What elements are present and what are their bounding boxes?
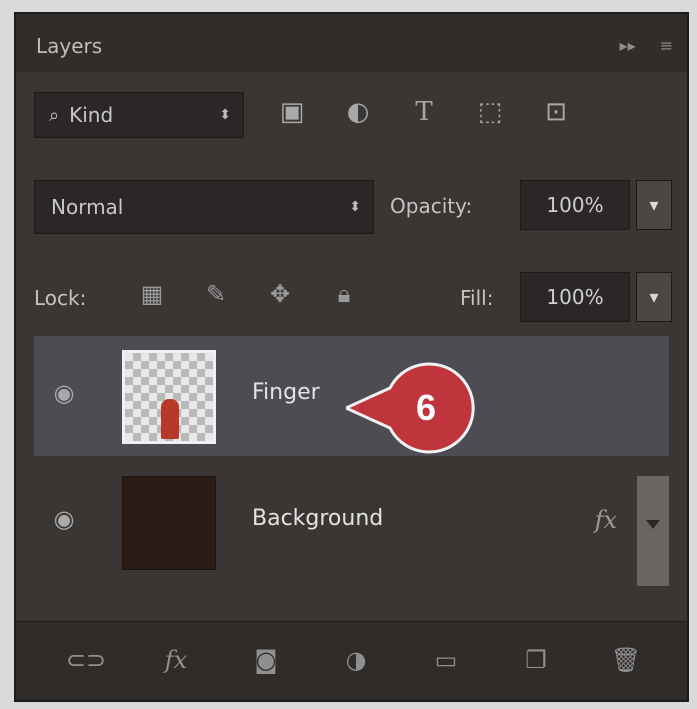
visibility-eye-icon[interactable]: ◉ [44, 378, 84, 408]
layers-panel: Layers ▸▸ ≡ ⌕ Kind ⬍ ▣ ◐ T ⬚ ⊡ Normal ⬍ … [14, 12, 689, 702]
panel-title: Layers [36, 34, 103, 58]
search-icon: ⌕ [49, 104, 60, 126]
kind-label: Kind [69, 103, 114, 127]
footer-icons: ⊂⊃ fx ◙ ◑ ▭ ❐ 🗑︎ [66, 640, 646, 680]
panel-menu-icon[interactable]: ≡ [660, 36, 673, 55]
new-layer-icon[interactable]: ❐ [516, 640, 556, 680]
shape-filter-icon[interactable]: ⬚ [472, 94, 508, 130]
blend-row: Normal ⬍ Opacity: 100% ▾ [16, 174, 687, 234]
kind-filter-select[interactable]: ⌕ Kind ⬍ [34, 92, 244, 138]
layer-name: Background [252, 506, 384, 531]
fill-label: Fill: [460, 286, 494, 310]
step-callout: 6 [346, 362, 475, 454]
panel-titlebar: Layers ▸▸ ≡ [16, 14, 687, 72]
adjustment-icon[interactable]: ◑ [336, 640, 376, 680]
opacity-input[interactable]: 100% [520, 180, 630, 230]
folder-icon[interactable]: ▭ [426, 640, 466, 680]
lock-image-pixels-icon[interactable]: ✎ [198, 276, 234, 312]
adjustment-filter-icon[interactable]: ◐ [340, 94, 376, 130]
type-filter-icon[interactable]: T [406, 94, 442, 130]
fill-dropdown-button[interactable]: ▾ [636, 272, 672, 322]
layer-thumbnail [122, 476, 216, 570]
panel-footer: ⊂⊃ fx ◙ ◑ ▭ ❐ 🗑︎ [16, 621, 687, 700]
select-arrows-icon: ⬍ [349, 199, 361, 215]
filter-row: ⌕ Kind ⬍ ▣ ◐ T ⬚ ⊡ [16, 84, 687, 144]
lock-icons: ▦ ✎ ✥ 🔒︎ [134, 276, 362, 312]
lock-row: Lock: ▦ ✎ ✥ 🔒︎ Fill: 100% ▾ [16, 266, 687, 326]
lock-all-icon[interactable]: 🔒︎ [326, 276, 362, 312]
smart-object-filter-icon[interactable]: ⊡ [538, 94, 574, 130]
blend-mode-value: Normal [51, 195, 124, 219]
image-filter-icon[interactable]: ▣ [274, 94, 310, 130]
collapse-icon[interactable]: ▸▸ [620, 36, 636, 55]
scrollbar[interactable] [637, 476, 669, 586]
blend-mode-select[interactable]: Normal ⬍ [34, 180, 374, 234]
opacity-label: Opacity: [390, 194, 473, 218]
link-icon[interactable]: ⊂⊃ [66, 640, 106, 680]
lock-transparent-pixels-icon[interactable]: ▦ [134, 276, 170, 312]
callout-number: 6 [416, 387, 436, 428]
layer-name: Finger [252, 380, 320, 405]
lock-label: Lock: [34, 286, 87, 310]
fill-input[interactable]: 100% [520, 272, 630, 322]
select-arrows-icon: ⬍ [219, 107, 231, 123]
chevron-down-icon: ▾ [649, 286, 659, 308]
titlebar-controls: ▸▸ ≡ [620, 36, 673, 55]
visibility-eye-icon[interactable]: ◉ [44, 504, 84, 534]
mask-icon[interactable]: ◙ [246, 640, 286, 680]
chevron-down-icon: ▾ [649, 194, 659, 216]
opacity-dropdown-button[interactable]: ▾ [636, 180, 672, 230]
trash-icon[interactable]: 🗑︎ [606, 640, 646, 680]
layer-effects-icon[interactable]: fx [595, 506, 617, 534]
layer-row-background[interactable]: ◉ Background fx [34, 462, 669, 586]
layer-thumbnail [122, 350, 216, 444]
lock-position-icon[interactable]: ✥ [262, 276, 298, 312]
fx-icon[interactable]: fx [156, 640, 196, 680]
filter-icons: ▣ ◐ T ⬚ ⊡ [274, 94, 574, 130]
